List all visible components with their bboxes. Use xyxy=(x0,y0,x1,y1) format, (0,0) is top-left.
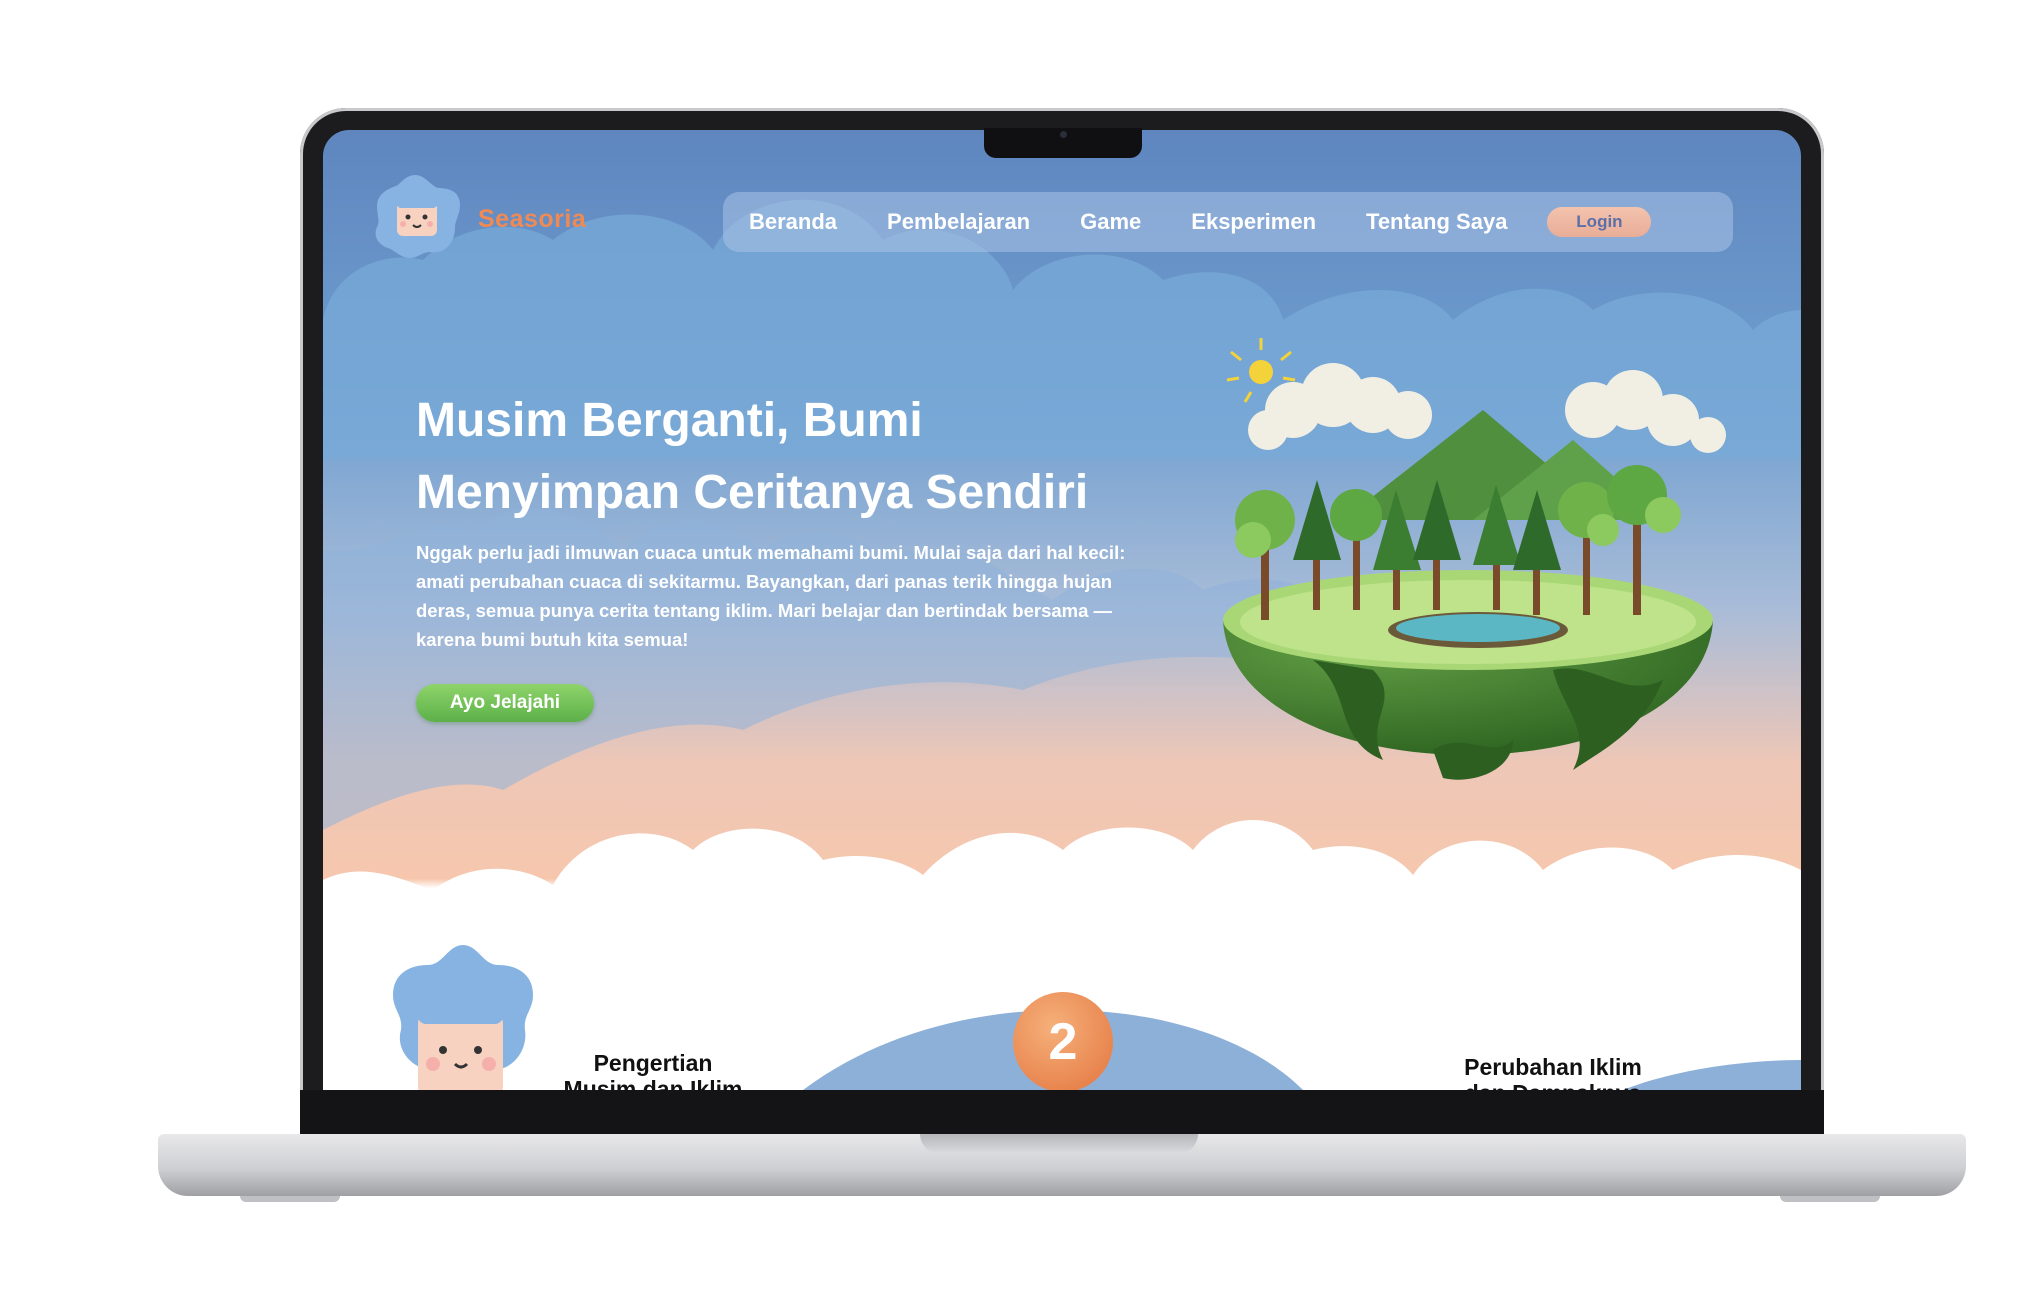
section-number-badge: 2 xyxy=(1013,992,1113,1090)
camera-icon xyxy=(1060,131,1067,138)
hero-title: Musim Berganti, Bumi Menyimpan Ceritanya… xyxy=(416,385,1196,529)
nav-item-pembelajaran[interactable]: Pembelajaran xyxy=(887,209,1030,235)
hero-title-line2: Menyimpan Ceritanya Sendiri xyxy=(416,466,1089,519)
section-label-left[interactable]: Pengertian Musim dan Iklim xyxy=(523,1050,783,1090)
website-screen: Seasoria Beranda Pembelajaran Game Ekspe… xyxy=(323,130,1801,1090)
explore-button[interactable]: Ayo Jelajahi xyxy=(416,684,594,722)
section-label-right-line1: Perubahan Iklim xyxy=(1464,1054,1642,1080)
hero-title-line1: Musim Berganti, Bumi xyxy=(416,394,923,447)
section-label-right-line2: dan Dampaknya xyxy=(1423,1080,1683,1090)
brand-name[interactable]: Seasoria xyxy=(478,205,586,234)
hero-description: Nggak perlu jadi ilmuwan cuaca untuk mem… xyxy=(416,542,1126,650)
section-label-left-line2: Musim dan Iklim xyxy=(563,1076,743,1090)
nav-item-game[interactable]: Game xyxy=(1080,209,1141,235)
section-label-right[interactable]: Perubahan Iklim dan Dampaknya xyxy=(1423,1054,1683,1090)
nav-item-tentang-saya[interactable]: Tentang Saya xyxy=(1366,209,1507,235)
earth-forest-illustration xyxy=(1223,338,1726,780)
login-button[interactable]: Login xyxy=(1547,207,1652,237)
laptop-foot-left xyxy=(240,1196,340,1202)
laptop-foot-right xyxy=(1780,1196,1880,1202)
nav-item-eksperimen[interactable]: Eksperimen xyxy=(1191,209,1316,235)
nav-item-beranda[interactable]: Beranda xyxy=(749,209,837,235)
section-label-left-line1: Pengertian xyxy=(593,1050,713,1076)
laptop-bezel-bottom xyxy=(300,1090,1824,1134)
main-navigation: Beranda Pembelajaran Game Eksperimen Ten… xyxy=(723,192,1733,252)
laptop-opening-notch xyxy=(920,1134,1198,1154)
